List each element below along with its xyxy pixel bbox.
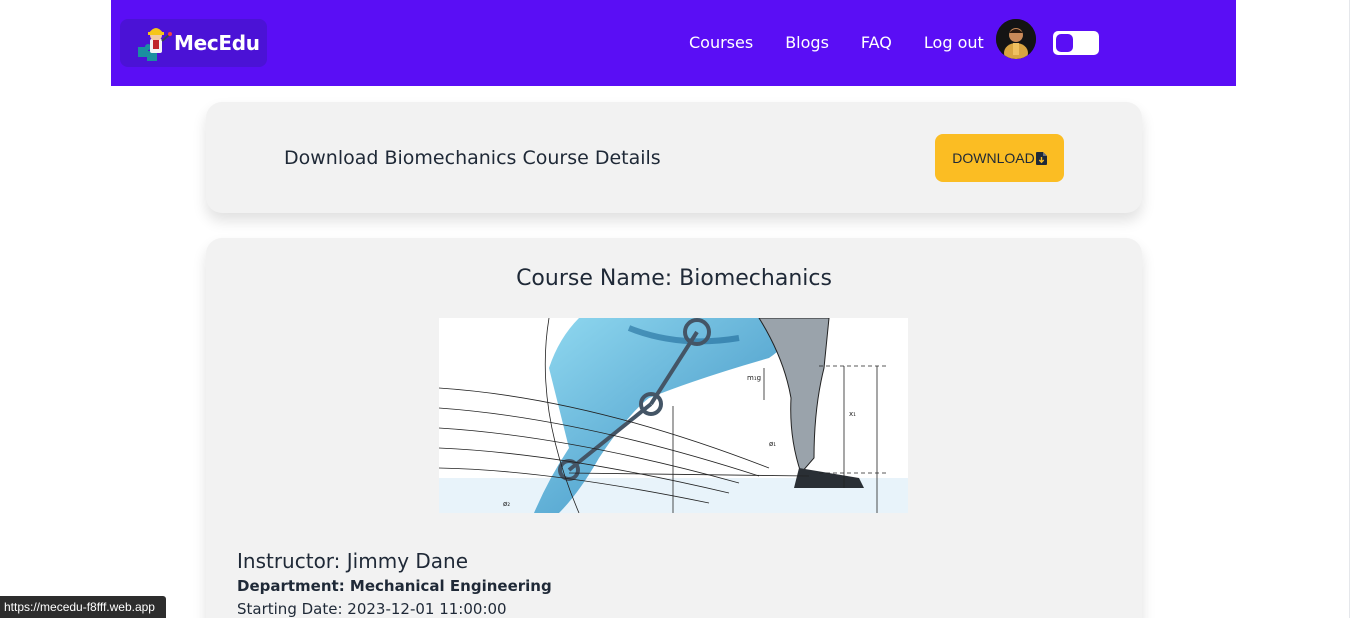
status-bar-url: https://mecedu-f8fff.web.app <box>0 596 166 618</box>
course-card: Course Name: Biomechanics m₁g ø₁ x₁ ø₂ I… <box>206 238 1142 618</box>
course-image: m₁g ø₁ x₁ ø₂ <box>439 318 908 513</box>
svg-text:x₁: x₁ <box>849 410 856 418</box>
download-card: Download Biomechanics Course Details DOW… <box>206 102 1142 213</box>
brand-name: MecEdu <box>174 31 260 55</box>
download-title: Download Biomechanics Course Details <box>284 147 661 169</box>
brand-logo-icon <box>136 23 178 63</box>
nav-logout-link[interactable]: Log out <box>924 33 984 52</box>
svg-text:ø₁: ø₁ <box>769 440 776 448</box>
nav-links: Courses Blogs FAQ Log out <box>689 33 1016 52</box>
nav-courses-link[interactable]: Courses <box>689 33 753 52</box>
course-starting-date: Starting Date: 2023-12-01 11:00:00 <box>237 600 507 618</box>
svg-text:ø₂: ø₂ <box>503 500 510 508</box>
theme-toggle[interactable] <box>1053 31 1099 55</box>
nav-faq-link[interactable]: FAQ <box>861 33 892 52</box>
download-button[interactable]: DOWNLOAD <box>935 134 1064 182</box>
download-button-label: DOWNLOAD <box>952 150 1035 166</box>
nav-blogs-link[interactable]: Blogs <box>785 33 829 52</box>
course-title: Course Name: Biomechanics <box>516 266 832 291</box>
navbar: MecEdu Courses Blogs FAQ Log out <box>111 0 1236 86</box>
page: MecEdu Courses Blogs FAQ Log out Downloa… <box>0 0 1350 618</box>
course-instructor: Instructor: Jimmy Dane <box>237 549 469 573</box>
file-download-icon <box>1035 151 1047 165</box>
theme-toggle-knob <box>1056 34 1073 52</box>
user-avatar[interactable] <box>996 19 1036 59</box>
svg-text:m₁g: m₁g <box>747 374 761 382</box>
course-department: Department: Mechanical Engineering <box>237 577 552 595</box>
brand-logo-link[interactable]: MecEdu <box>120 19 267 67</box>
